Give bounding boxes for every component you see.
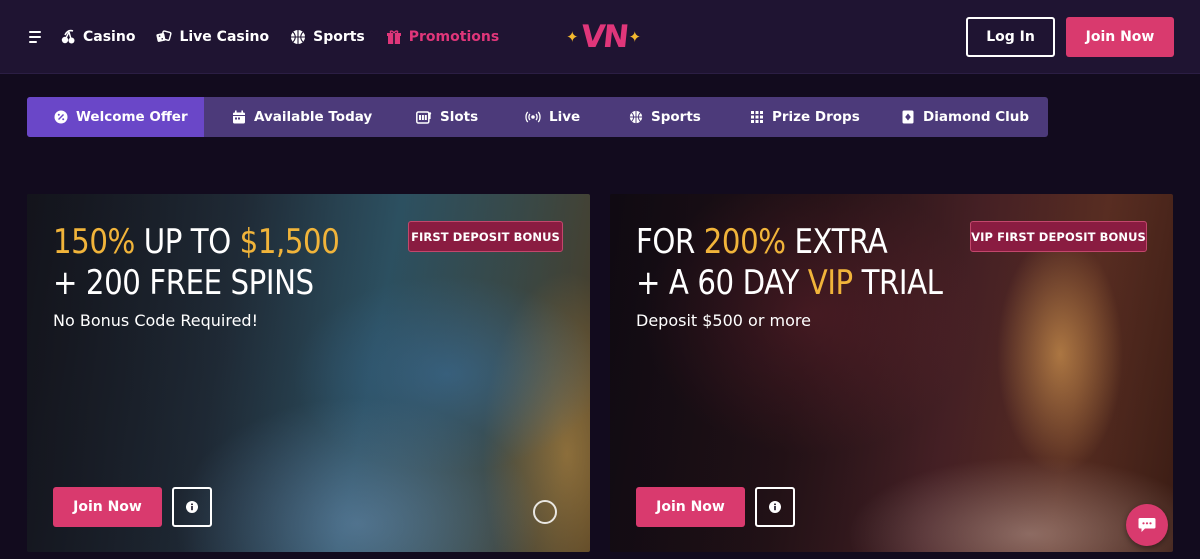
join-now-button[interactable]: Join Now: [1066, 17, 1174, 57]
info-button[interactable]: [755, 487, 795, 527]
offer-subline: No Bonus Code Required!: [53, 311, 258, 330]
chat-icon: [1138, 518, 1156, 532]
hamburger-menu-icon[interactable]: [29, 31, 41, 43]
info-icon: [186, 501, 198, 513]
nav-casino[interactable]: Casino: [60, 29, 135, 45]
tab-label: Diamond Club: [923, 109, 1030, 125]
tab-label: Available Today: [254, 109, 373, 125]
dice-icon: [156, 29, 172, 45]
offer-badge: VIP FIRST DEPOSIT BONUS: [970, 221, 1147, 252]
nav-sports-label: Sports: [313, 29, 365, 45]
main-nav: Casino Live Casino Sports Promotions: [60, 25, 499, 49]
grid-dots-icon: [750, 110, 764, 124]
offer-badge: FIRST DEPOSIT BONUS: [408, 221, 563, 252]
broadcast-icon: [525, 110, 541, 124]
nav-live-casino-label: Live Casino: [179, 29, 270, 45]
offer-card-vip: FOR 200% EXTRA + A 60 DAY VIP TRIAL Depo…: [610, 194, 1173, 552]
gift-icon: [386, 29, 402, 45]
offer-headline: 150% UP TO $1,500 + 200 FREE SPINS: [53, 222, 340, 303]
offer-join-now-button[interactable]: Join Now: [636, 487, 745, 527]
tab-live[interactable]: Live: [499, 97, 603, 137]
slot-machine-icon: [416, 110, 432, 124]
nav-live-casino[interactable]: Live Casino: [156, 29, 269, 45]
promotion-category-tabs: Welcome Offer Available Today Slots Live…: [27, 97, 1048, 137]
tab-label: Sports: [651, 109, 701, 125]
info-icon: [769, 501, 781, 513]
live-chat-button[interactable]: [1126, 504, 1168, 546]
sparkle-icon: ✦: [566, 28, 579, 46]
sparkle-icon: ✦: [628, 28, 642, 46]
tab-diamond-club[interactable]: Diamond Club: [874, 97, 1048, 137]
tab-label: Welcome Offer: [76, 109, 188, 125]
tab-sports[interactable]: Sports: [603, 97, 724, 137]
tab-available-today[interactable]: Available Today: [204, 97, 390, 137]
info-button[interactable]: [172, 487, 212, 527]
offer-join-now-button[interactable]: Join Now: [53, 487, 162, 527]
nav-casino-label: Casino: [83, 29, 136, 45]
cherries-icon: [60, 29, 76, 45]
tab-label: Live: [549, 109, 581, 125]
nav-promotions[interactable]: Promotions: [386, 29, 499, 45]
decorative-ring: [533, 500, 557, 524]
tab-welcome-offer[interactable]: Welcome Offer: [27, 97, 204, 137]
nav-promotions-label: Promotions: [408, 29, 500, 45]
tab-label: Prize Drops: [772, 109, 860, 125]
basketball-icon: [290, 29, 306, 45]
tab-label: Slots: [440, 109, 479, 125]
nav-sports[interactable]: Sports: [290, 29, 365, 45]
percent-badge-icon: [54, 110, 68, 124]
basketball-icon: [629, 110, 643, 124]
offer-card-welcome: 150% UP TO $1,500 + 200 FREE SPINS No Bo…: [27, 194, 590, 552]
logo-text: VN: [578, 19, 629, 55]
calendar-icon: [232, 110, 246, 124]
tab-slots[interactable]: Slots: [390, 97, 499, 137]
login-button[interactable]: Log In: [966, 17, 1055, 57]
offer-headline: FOR 200% EXTRA + A 60 DAY VIP TRIAL: [636, 222, 943, 303]
tab-prize-drops[interactable]: Prize Drops: [724, 97, 874, 137]
site-logo[interactable]: ✦ VN ✦: [566, 18, 641, 56]
top-header: Casino Live Casino Sports Promotions ✦ V…: [0, 0, 1200, 74]
offer-subline: Deposit $500 or more: [636, 311, 811, 330]
diamond-card-icon: [901, 110, 915, 124]
